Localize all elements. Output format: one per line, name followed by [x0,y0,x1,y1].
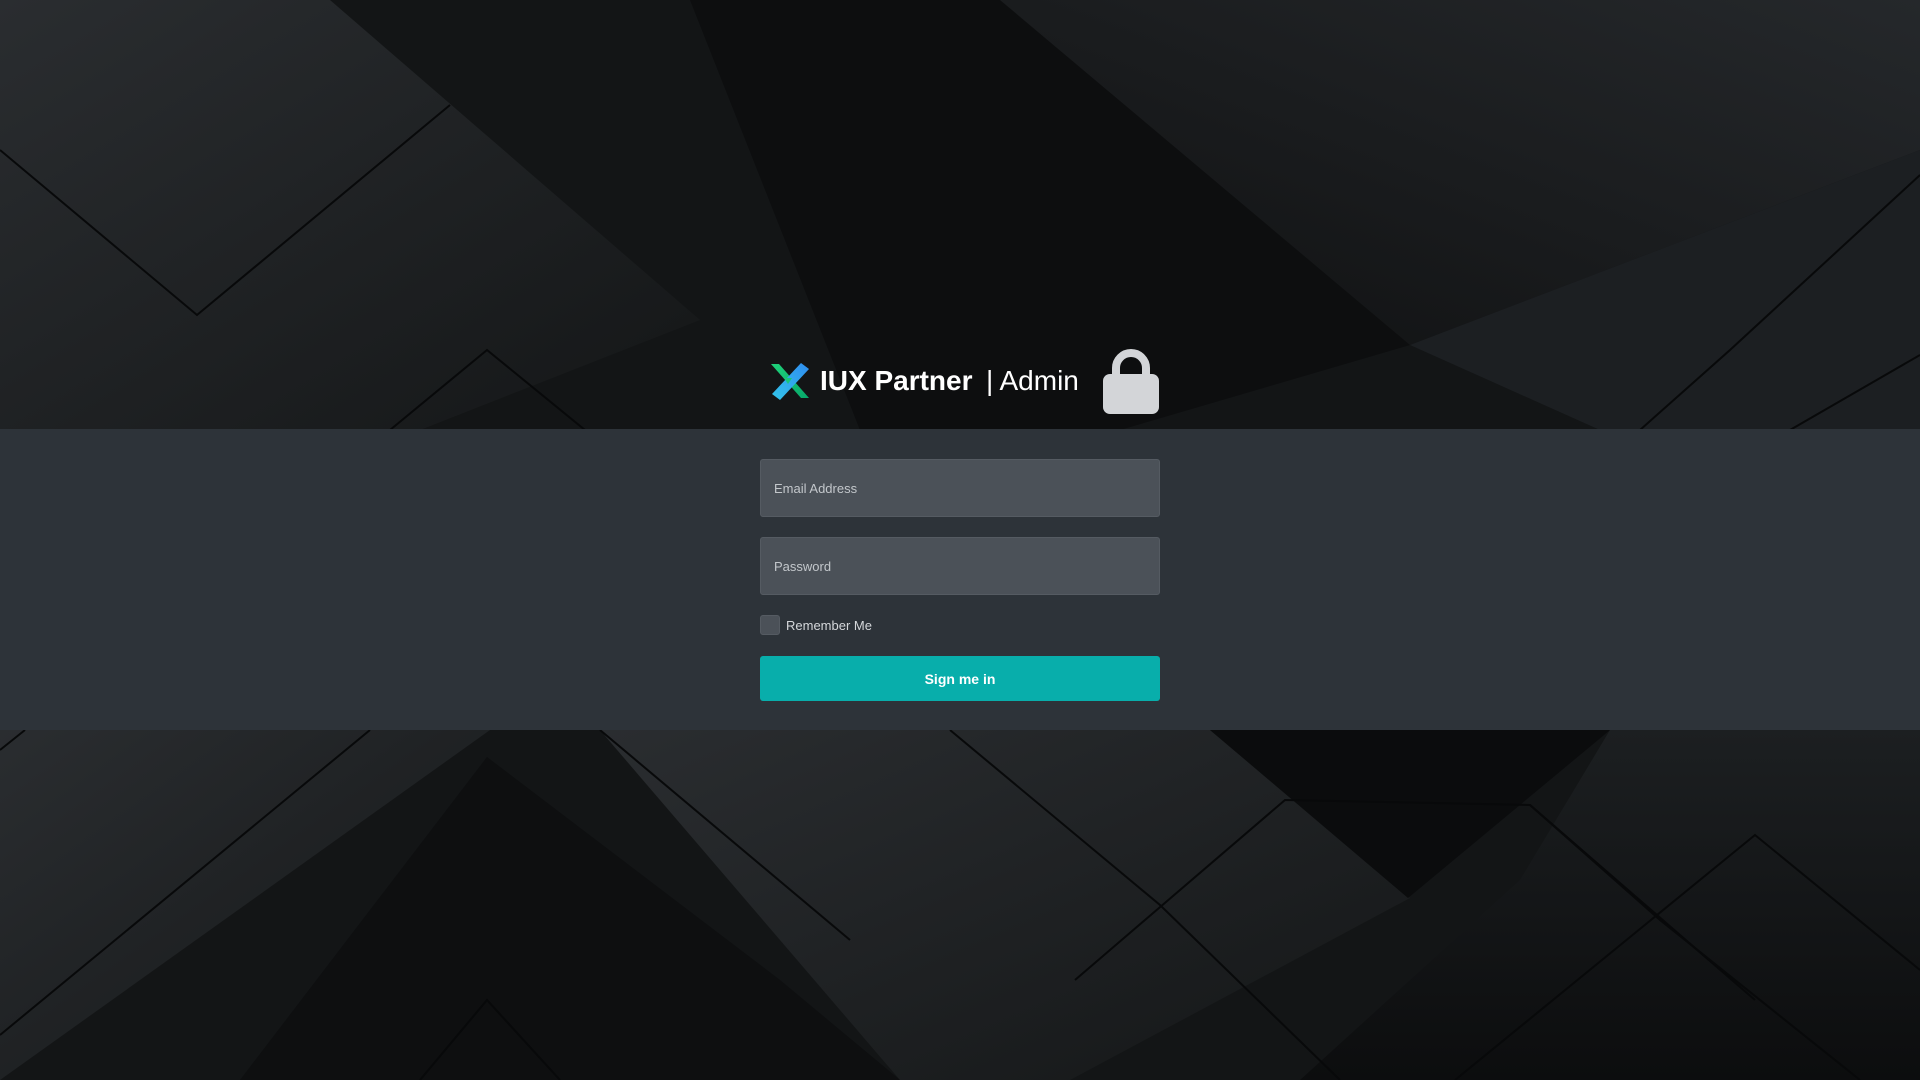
password-field[interactable] [760,537,1160,595]
remember-me-checkbox[interactable] [760,615,780,635]
remember-me-label[interactable]: Remember Me [786,618,872,633]
email-field[interactable] [760,459,1160,517]
sign-in-button[interactable]: Sign me in [760,656,1160,701]
remember-me-row[interactable]: Remember Me [760,615,1160,635]
padlock-icon [1103,349,1159,414]
admin-suffix: | Admin [986,365,1079,396]
login-form: Remember Me Sign me in [760,459,1160,701]
login-header: IUX Partner | Admin [760,347,1160,429]
iux-x-logo-icon [771,363,809,400]
brand-name: IUX Partner [820,365,973,396]
